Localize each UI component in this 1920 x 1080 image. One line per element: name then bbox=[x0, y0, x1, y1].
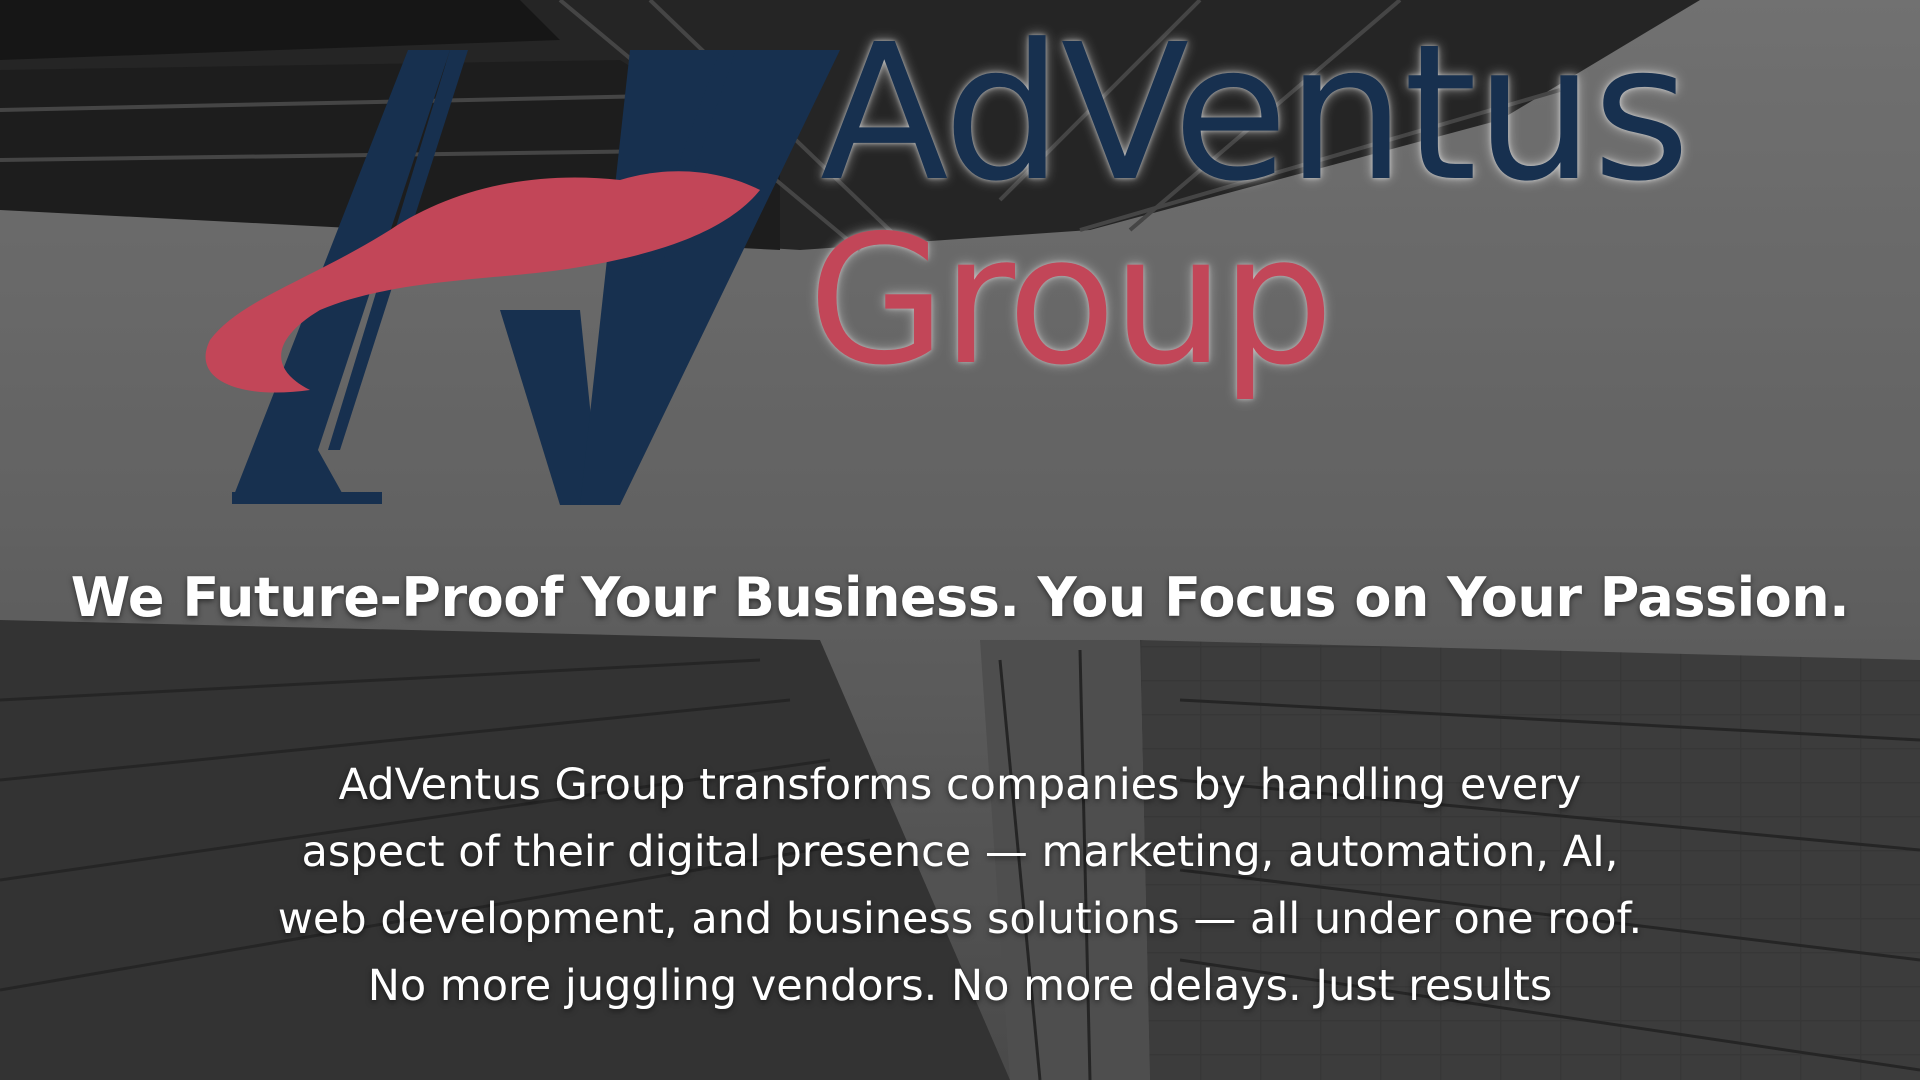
headline: We Future-Proof Your Business. You Focus… bbox=[70, 566, 1850, 629]
description-line: AdVentus Group transforms companies by h… bbox=[338, 760, 1582, 810]
av-monogram-logo-icon bbox=[205, 50, 840, 505]
description-line: No more juggling vendors. No more delays… bbox=[367, 961, 1553, 1011]
description-line: aspect of their digital presence — marke… bbox=[301, 827, 1619, 877]
brand-name-adventus: AdVentus bbox=[820, 4, 1690, 223]
description-paragraph: AdVentus Group transforms companies by h… bbox=[160, 752, 1760, 1020]
brand-name-group: Group bbox=[808, 197, 1334, 404]
description-line: web development, and business solutions … bbox=[277, 894, 1643, 944]
